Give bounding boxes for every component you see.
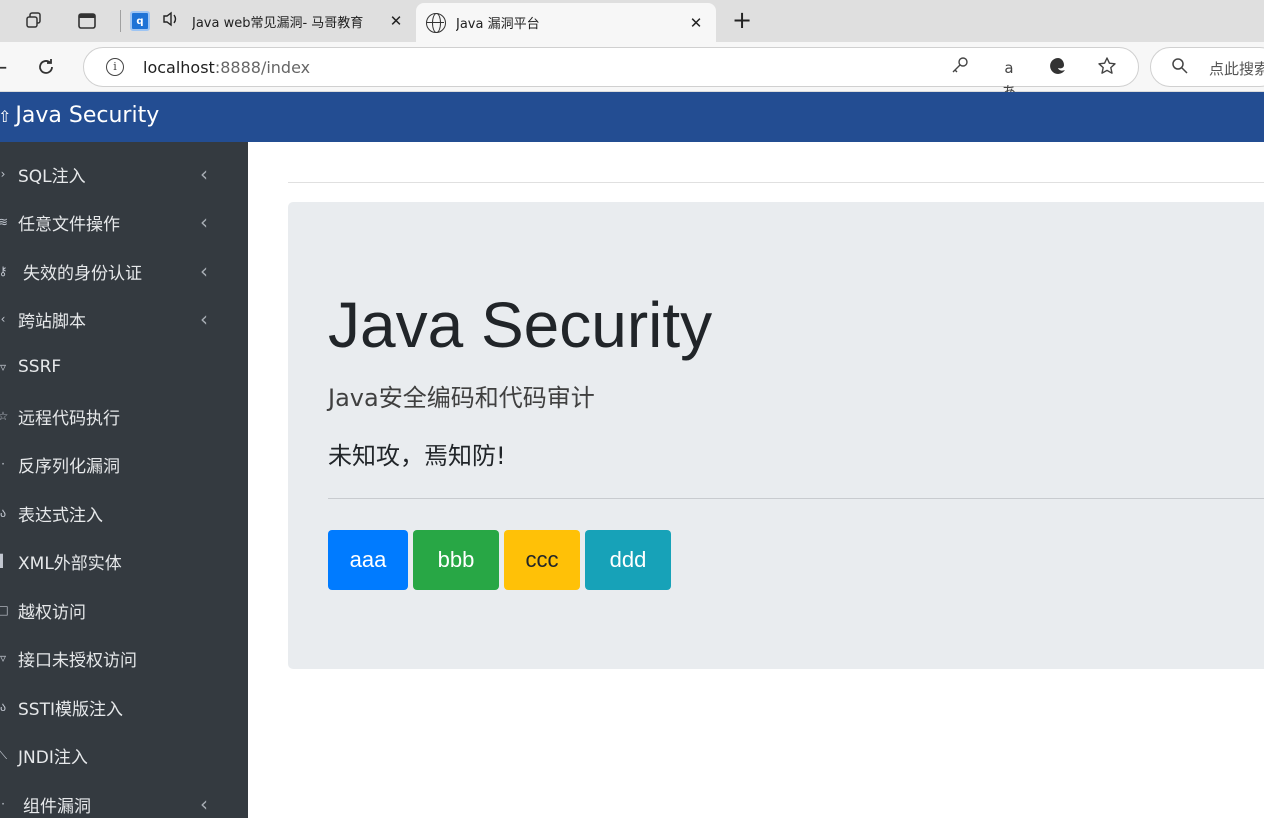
sidebar-item-component-vulns[interactable]: · 组件漏洞 ‹ — [0, 784, 248, 818]
sidebar-item-label: 失效的身份认证 — [23, 263, 142, 284]
sidebar-item-label: 远程代码执行 — [18, 408, 120, 429]
tab-active[interactable]: Java 漏洞平台 ✕ — [416, 3, 716, 42]
shield-icon: ▿ — [0, 360, 7, 374]
sidebar-item-label: SQL注入 — [18, 166, 86, 187]
page-subtitle: Java安全编码和代码审计 — [328, 384, 595, 412]
brand-title: Java Security — [15, 103, 160, 128]
edge-icon[interactable] — [1046, 56, 1070, 80]
search-box[interactable]: 点此搜索 — [1150, 47, 1264, 87]
square-icon: □ — [0, 603, 9, 617]
workspaces-icon[interactable] — [22, 9, 46, 33]
bars-icon: · — [1, 457, 5, 471]
star-icon: ☆ — [0, 409, 9, 423]
ddd-button[interactable]: ddd — [585, 530, 671, 590]
sidebar: › SQL注入 ‹ ≋ 任意文件操作 ‹ ⚷ 失效的身份认证 ‹ ‹ 跨站脚本 … — [0, 142, 248, 818]
tab-title: Java web常见漏洞- 马哥教育 — [192, 15, 364, 31]
sidebar-item-deserialization[interactable]: · 反序列化漏洞 — [0, 444, 248, 484]
site-info-icon[interactable]: i — [106, 58, 124, 76]
key-icon[interactable] — [948, 56, 972, 80]
jumbotron: Java Security Java安全编码和代码审计 未知攻，焉知防! aaa… — [288, 202, 1264, 669]
globe-icon — [426, 12, 446, 33]
sidebar-item-xss[interactable]: ‹ 跨站脚本 ‹ — [0, 299, 248, 339]
shield-outline-icon: ▿ — [0, 651, 7, 665]
ccc-button[interactable]: ccc — [504, 530, 580, 590]
sidebar-item-label: 接口未授权访问 — [18, 650, 137, 671]
document-icon: ▌ — [0, 554, 8, 568]
sidebar-item-xxe[interactable]: ▌ XML外部实体 — [0, 541, 248, 581]
submenu-chevron-icon: ‹ — [200, 307, 208, 331]
sidebar-item-privilege-escalation[interactable]: □ 越权访问 — [0, 590, 248, 630]
search-icon — [1171, 57, 1189, 79]
sidebar-item-label: SSRF — [18, 357, 62, 377]
main-content: Java Security Java安全编码和代码审计 未知攻，焉知防! aaa… — [248, 142, 1264, 818]
back-arrow-icon[interactable]: ← — [0, 54, 12, 80]
code-icon: ‹ — [0, 312, 6, 326]
speaker-icon[interactable] — [160, 11, 182, 31]
plug-icon: ⟍ — [0, 747, 8, 762]
component-icon: · — [1, 797, 5, 811]
tab-title: Java 漏洞平台 — [456, 17, 540, 32]
read-aloud-icon[interactable]: aあ — [997, 56, 1021, 101]
sidebar-item-label: XML外部实体 — [18, 553, 122, 574]
brand-link[interactable]: ⇧ Java Security — [0, 103, 159, 128]
close-tab-icon[interactable]: ✕ — [684, 14, 708, 32]
browser-tab-strip: q Java web常见漏洞- 马哥教育 ✕ Java 漏洞平台 ✕ + — [0, 0, 1264, 42]
app-favicon-icon: q — [130, 11, 150, 31]
search-placeholder: 点此搜索 — [1209, 60, 1264, 78]
sidebar-item-unauthorized-api[interactable]: ▿ 接口未授权访问 — [0, 638, 248, 678]
url-host: localhost — [143, 58, 215, 77]
sidebar-item-jndi[interactable]: ⟍ JNDI注入 — [0, 735, 248, 775]
tab-inactive[interactable]: q Java web常见漏洞- 马哥教育 ✕ — [124, 0, 416, 42]
submenu-chevron-icon: ‹ — [200, 162, 208, 186]
chevron-right-icon: › — [0, 167, 6, 181]
favorite-star-icon[interactable] — [1095, 56, 1119, 80]
url-path: :8888/index — [214, 58, 311, 77]
sidebar-item-label: JNDI注入 — [18, 747, 88, 768]
sidebar-item-label: SSTI模版注入 — [18, 699, 123, 720]
close-tab-icon[interactable]: ✕ — [384, 12, 408, 30]
aaa-button[interactable]: aaa — [328, 530, 408, 590]
template-icon: ა — [0, 700, 7, 714]
divider — [288, 182, 1264, 183]
home-icon: ⇧ — [0, 107, 12, 126]
sidebar-item-file-operation[interactable]: ≋ 任意文件操作 ‹ — [0, 202, 248, 242]
url-bar[interactable]: i localhost:8888/index aあ — [83, 47, 1139, 101]
refresh-icon[interactable] — [33, 54, 59, 80]
flask-icon: ა — [0, 506, 7, 520]
sidebar-item-label: 跨站脚本 — [18, 311, 86, 332]
sidebar-item-label: 越权访问 — [18, 602, 86, 623]
tab-actions-icon[interactable] — [75, 9, 99, 33]
submenu-chevron-icon: ‹ — [200, 792, 208, 816]
app-header: ⇧ Java Security — [0, 92, 1264, 142]
sidebar-item-label: 任意文件操作 — [18, 214, 120, 235]
sidebar-item-label: 组件漏洞 — [23, 796, 91, 817]
file-icon: ≋ — [0, 215, 9, 229]
url-text[interactable]: localhost:8888/index — [143, 58, 310, 77]
sidebar-item-ssti[interactable]: ა SSTI模版注入 — [0, 687, 248, 727]
sidebar-item-rce[interactable]: ☆ 远程代码执行 — [0, 396, 248, 436]
bbb-button[interactable]: bbb — [413, 530, 499, 590]
key-icon: ⚷ — [0, 264, 8, 278]
sidebar-item-broken-auth[interactable]: ⚷ 失效的身份认证 ‹ — [0, 251, 248, 291]
submenu-chevron-icon: ‹ — [200, 259, 208, 283]
page-motto: 未知攻，焉知防! — [328, 442, 506, 470]
submenu-chevron-icon: ‹ — [200, 210, 208, 234]
sidebar-item-label: 表达式注入 — [18, 505, 103, 526]
address-bar-row: ← i localhost:8888/index aあ 点此搜索 — [0, 42, 1264, 101]
page-title: Java Security — [328, 289, 713, 361]
sidebar-item-label: 反序列化漏洞 — [18, 456, 120, 477]
sidebar-item-ssrf[interactable]: ▿ SSRF — [0, 347, 248, 387]
sidebar-item-expression-injection[interactable]: ა 表达式注入 — [0, 493, 248, 533]
new-tab-button[interactable]: + — [728, 6, 756, 34]
sidebar-item-sql-injection[interactable]: › SQL注入 ‹ — [0, 154, 248, 194]
divider — [328, 498, 1264, 499]
tab-separator — [120, 10, 121, 32]
